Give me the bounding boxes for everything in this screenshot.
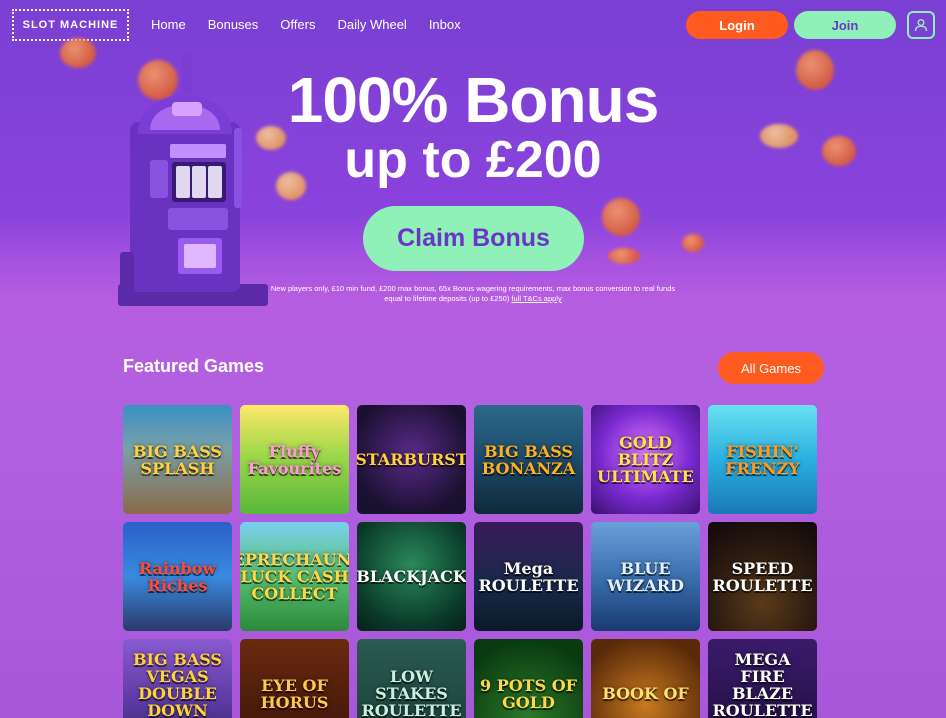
game-title: MEGA FIRE BLAZE ROULETTE LIVE (712, 650, 813, 718)
coin-decoration (602, 198, 640, 236)
game-title: BIG BASS SPLASH (133, 441, 222, 478)
game-tile[interactable]: BIG BASS SPLASH (123, 405, 232, 514)
hero-subtitle: up to £200 (344, 131, 602, 189)
game-tile[interactable]: Rainbow Riches (123, 522, 232, 631)
game-tile[interactable]: 9 POTS OF GOLD (474, 639, 583, 718)
terms-link[interactable]: full T&Cs apply (511, 294, 561, 303)
coin-decoration (60, 38, 96, 68)
game-title: SPEED ROULETTE (712, 558, 813, 595)
nav-home[interactable]: Home (151, 17, 186, 32)
game-title: GOLD BLITZ ULTIMATE (597, 433, 694, 486)
game-tile[interactable]: EYE OF HORUS (240, 639, 349, 718)
coin-decoration (760, 124, 798, 148)
terms-line-2: equal to lifetime deposits (up to £250) (384, 294, 510, 303)
games-grid: BIG BASS SPLASH Fluffy Favourites STARBURS… (123, 405, 817, 718)
coin-decoration (822, 136, 856, 166)
game-title: BLACKJACK (357, 567, 466, 586)
game-title: BLUE WIZARD (607, 558, 684, 595)
game-title: BOOK OF (602, 684, 689, 703)
game-tile[interactable]: STARBURST (357, 405, 466, 514)
game-title: FISHIN' FRENZY (725, 441, 800, 478)
game-title: Rainbow Riches (138, 558, 217, 595)
user-icon (914, 19, 928, 32)
game-title: STARBURST (357, 450, 466, 469)
site-logo[interactable]: SLOT MACHINE (12, 9, 129, 41)
terms-text: New players only, £10 min fund, £200 max… (250, 284, 696, 304)
login-button[interactable]: Login (686, 11, 788, 39)
game-title: LEPRECHAUN'S LUCK CASH COLLECT (240, 550, 349, 603)
game-tile[interactable]: Fluffy Favourites (240, 405, 349, 514)
coin-decoration (608, 248, 640, 264)
terms-line: equal to lifetime deposits (up to £250) … (250, 294, 696, 304)
nav-daily-wheel[interactable]: Daily Wheel (337, 17, 406, 32)
coin-decoration (796, 50, 834, 90)
claim-bonus-button[interactable]: Claim Bonus (363, 206, 584, 271)
game-title: Fluffy Favourites (247, 441, 342, 478)
game-tile[interactable]: MEGA FIRE BLAZE ROULETTE LIVE (708, 639, 817, 718)
main-nav: Home Bonuses Offers Daily Wheel Inbox (151, 17, 483, 32)
game-tile[interactable]: SPEED ROULETTE (708, 522, 817, 631)
account-button[interactable] (907, 11, 935, 39)
nav-offers[interactable]: Offers (280, 17, 315, 32)
game-tile[interactable]: BLUE WIZARD (591, 522, 700, 631)
game-title: Mega ROULETTE (478, 558, 579, 595)
game-tile[interactable]: LEPRECHAUN'S LUCK CASH COLLECT (240, 522, 349, 631)
game-tile[interactable]: FISHIN' FRENZY (708, 405, 817, 514)
game-tile[interactable]: GOLD BLITZ ULTIMATE (591, 405, 700, 514)
game-tile[interactable]: BLACKJACK (357, 522, 466, 631)
coin-decoration (682, 234, 704, 252)
game-tile[interactable]: BIG BASS BONANZA (474, 405, 583, 514)
featured-games-title: Featured Games (123, 356, 265, 376)
all-games-button[interactable]: All Games (718, 352, 824, 384)
game-tile[interactable]: BIG BASS VEGAS DOUBLE DOWN DELUXE (123, 639, 232, 718)
game-tile[interactable]: Mega ROULETTE (474, 522, 583, 631)
game-title: EYE OF HORUS (260, 675, 329, 712)
terms-line: New players only, £10 min fund, £200 max… (270, 284, 676, 293)
game-title: LOW STAKES ROULETTE (361, 667, 462, 718)
game-tile[interactable]: LOW STAKES ROULETTE (357, 639, 466, 718)
hero-title: 100% Bonus (287, 64, 660, 136)
game-title: BIG BASS VEGAS DOUBLE DOWN DELUXE (133, 650, 222, 718)
game-title: 9 POTS OF GOLD (480, 675, 577, 712)
nav-bonuses[interactable]: Bonuses (208, 17, 259, 32)
game-tile[interactable]: BOOK OF (591, 639, 700, 718)
nav-inbox[interactable]: Inbox (429, 17, 461, 32)
site-header: SLOT MACHINE Home Bonuses Offers Daily W… (0, 0, 946, 50)
game-title: BIG BASS BONANZA (481, 441, 576, 478)
join-button[interactable]: Join (794, 11, 896, 39)
